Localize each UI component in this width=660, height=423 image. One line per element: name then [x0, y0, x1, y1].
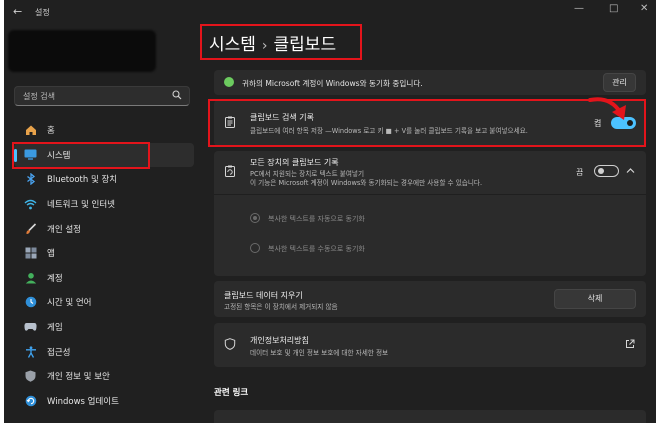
toggle-knob: [598, 168, 604, 174]
sidebar-item-label: 접근성: [47, 347, 71, 358]
sidebar-item-label: 시간 및 언어: [47, 298, 92, 309]
manage-button[interactable]: 관리: [603, 73, 636, 92]
related-links-heading: 관련 링크: [214, 388, 249, 398]
sidebar-item-home[interactable]: 홈: [14, 118, 194, 143]
clipboard-history-subtitle: 클립보드에 여러 항목 저장 —Windows 로고 키 ■ + V를 눌러 클…: [250, 127, 528, 135]
sidebar-item-label: 시스템: [47, 150, 71, 161]
clear-data-row: 클립보드 데이터 지우기 고정된 항목은 이 장치에서 제거되지 않음 삭제: [214, 281, 646, 317]
annotation-arrow-icon: [588, 97, 626, 120]
minimize-button[interactable]: —: [574, 3, 584, 14]
clipboard-icon: [225, 116, 235, 128]
sidebar-item-gaming[interactable]: 게임: [14, 315, 194, 340]
sidebar-nav: 홈 시스템 Bluetooth 및 장치 네트워크 및 인터넷 개인 설정 앱 …: [14, 118, 194, 413]
sidebar-item-label: 개인 설정: [47, 224, 81, 235]
sidebar-item-label: 홈: [47, 126, 55, 137]
manual-sync-radio[interactable]: [250, 243, 260, 253]
privacy-title: 개인정보처리방침: [250, 336, 309, 345]
settings-window: ← 설정 — □ ✕ 설정 검색 홈 시스템 Bluetooth 및 장치 네트…: [4, 0, 656, 423]
sidebar-item-network[interactable]: 네트워크 및 인터넷: [14, 192, 194, 217]
search-placeholder: 설정 검색: [23, 92, 55, 101]
manual-sync-label: 복사한 텍스트를 수동으로 동기화: [268, 245, 365, 253]
search-icon: [172, 90, 182, 100]
maximize-button[interactable]: □: [609, 3, 618, 14]
shield-icon: [224, 338, 236, 350]
clipboard-history-title: 클립보드 검색 기록: [250, 113, 314, 122]
title-bar: ← 설정 — □ ✕: [4, 0, 656, 26]
brush-icon: [24, 222, 37, 235]
auto-sync-label: 복사한 텍스트를 자동으로 동기화: [268, 215, 365, 223]
search-input[interactable]: 설정 검색: [14, 86, 190, 106]
back-arrow-icon[interactable]: ←: [13, 5, 22, 18]
breadcrumb: 시스템 › 클립보드: [209, 30, 336, 55]
system-icon: [24, 148, 37, 161]
sidebar-item-label: 네트워크 및 인터넷: [47, 200, 115, 211]
clipboard-sync-icon: [225, 165, 235, 177]
sidebar-item-accessibility[interactable]: 접근성: [14, 339, 194, 364]
sidebar-item-bluetooth[interactable]: Bluetooth 및 장치: [14, 167, 194, 192]
sidebar-item-label: 계정: [47, 273, 63, 284]
sidebar-item-label: Windows 업데이트: [47, 396, 119, 407]
account-avatar-redacted: [8, 30, 156, 72]
sidebar-item-time-language[interactable]: 시간 및 언어: [14, 290, 194, 315]
close-button[interactable]: ✕: [640, 3, 648, 14]
home-icon: [24, 124, 37, 137]
active-indicator: [14, 148, 17, 162]
shield-icon: [24, 370, 37, 383]
windows-update-icon: [24, 394, 37, 407]
network-icon: [24, 198, 37, 211]
sidebar-item-label: 게임: [47, 323, 63, 334]
sidebar-item-label: 개인 정보 및 보안: [47, 372, 110, 383]
sync-devices-title: 모든 장치의 클립보드 기록: [250, 158, 339, 167]
sidebar-item-label: Bluetooth 및 장치: [47, 175, 118, 186]
breadcrumb-parent[interactable]: 시스템: [209, 35, 256, 55]
gaming-icon: [24, 321, 37, 334]
divider: [214, 194, 646, 195]
app-title: 설정: [35, 8, 50, 17]
apps-icon: [24, 247, 37, 260]
sync-devices-subtitle-2: 이 기능은 Microsoft 계정이 Windows와 동기화되는 경우에만 …: [250, 179, 483, 187]
sidebar-item-privacy-security[interactable]: 개인 정보 및 보안: [14, 364, 194, 389]
accessibility-icon: [24, 345, 37, 358]
bluetooth-icon: [24, 173, 37, 186]
sidebar-item-personalization[interactable]: 개인 설정: [14, 216, 194, 241]
clipboard-history-row: 클립보드 검색 기록 클립보드에 여러 항목 저장 —Windows 로고 키 …: [214, 100, 646, 146]
sidebar-item-system[interactable]: 시스템: [14, 142, 194, 168]
account-icon: [24, 271, 37, 284]
sidebar-item-label: 앱: [47, 249, 55, 260]
time-language-icon: [24, 296, 37, 309]
clear-data-title: 클립보드 데이터 지우기: [224, 291, 303, 300]
sidebar-item-accounts[interactable]: 계정: [14, 266, 194, 291]
sync-devices-toggle[interactable]: [594, 165, 619, 177]
chevron-up-icon[interactable]: [626, 167, 635, 174]
external-link-icon[interactable]: [625, 339, 635, 349]
sync-devices-card: 모든 장치의 클립보드 기록 PC에서 지원되는 장치로 텍스트 붙여넣기 이 …: [214, 151, 646, 276]
privacy-subtitle: 데이터 보호 및 개인 정보 보호에 대한 자세한 정보: [250, 349, 389, 357]
sync-devices-state: 끔: [576, 168, 584, 177]
related-link-row[interactable]: [214, 410, 646, 423]
clear-data-subtitle: 고정된 항목은 이 장치에서 제거되지 않음: [224, 303, 338, 311]
check-icon: [224, 77, 234, 87]
sync-status-banner: 귀하의 Microsoft 계정이 Windows와 동기화 중입니다. 관리: [214, 70, 646, 95]
clear-button[interactable]: 삭제: [554, 289, 636, 309]
page-title: 클립보드: [273, 35, 337, 55]
sidebar-item-apps[interactable]: 앱: [14, 241, 194, 266]
breadcrumb-separator: ›: [261, 38, 268, 54]
sidebar-item-windows-update[interactable]: Windows 업데이트: [14, 389, 194, 414]
sync-status-text: 귀하의 Microsoft 계정이 Windows와 동기화 중입니다.: [242, 79, 423, 88]
auto-sync-radio[interactable]: [250, 213, 260, 223]
privacy-statement-row[interactable]: 개인정보처리방침 데이터 보호 및 개인 정보 보호에 대한 자세한 정보: [214, 323, 646, 367]
